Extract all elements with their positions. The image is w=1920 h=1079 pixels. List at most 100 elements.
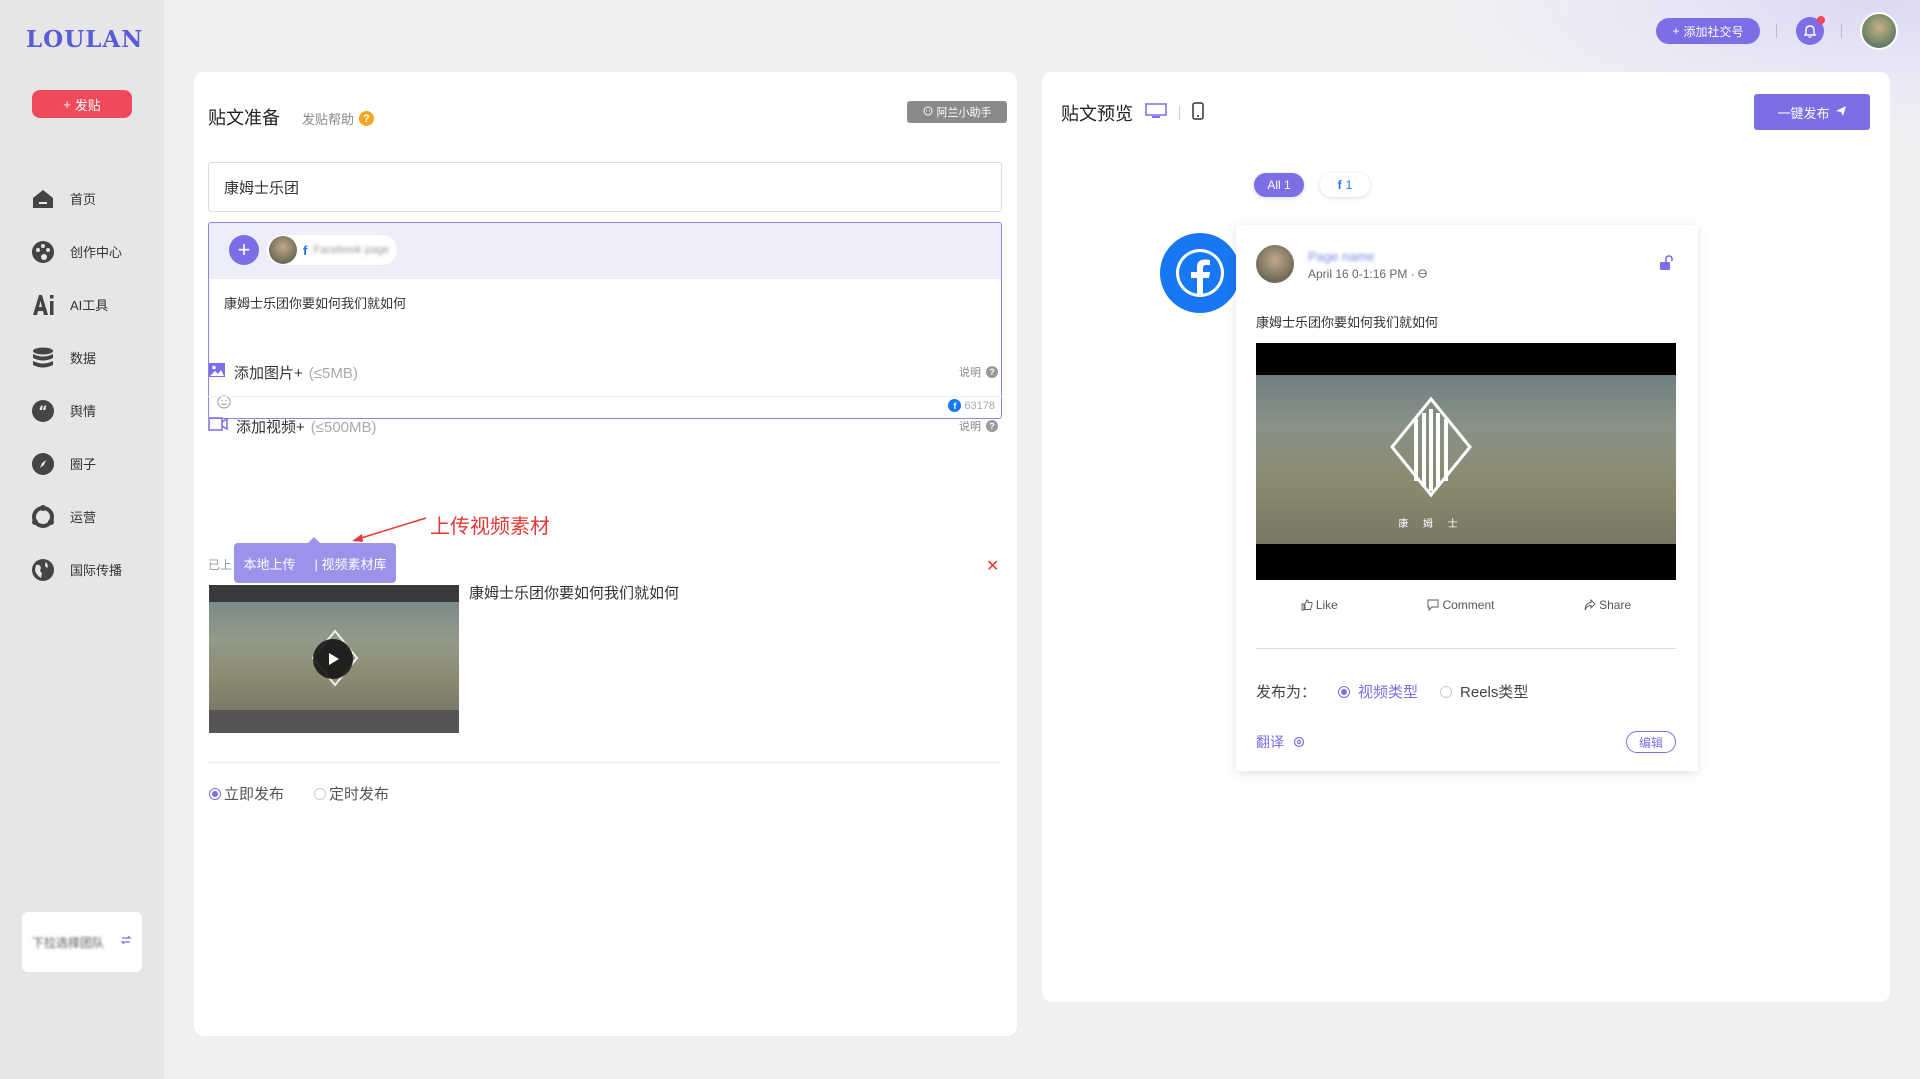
page-avatar [1256, 245, 1294, 283]
video-type-radio[interactable]: 视频类型 [1338, 681, 1418, 702]
help-question-icon: ? [359, 111, 375, 126]
post-video[interactable]: 康 姆 士 [1256, 343, 1676, 580]
uploaded-label: 已上 [208, 558, 233, 572]
facebook-post-preview: Page name April 16 0-1:16 PM · 康姆士乐团你要如何… [1236, 225, 1698, 771]
sidebar-item-ai[interactable]: AI工具 [30, 278, 122, 331]
compose-title: 贴文准备 [208, 108, 280, 128]
assistant-button[interactable]: 阿兰小助手 [907, 101, 1007, 123]
add-account-button[interactable]: + [229, 235, 259, 265]
sidebar-item-label: AI工具 [70, 298, 109, 313]
comment-button[interactable]: Comment [1427, 598, 1494, 612]
upload-source-menu: 本地上传 | 视频素材库 [234, 537, 396, 583]
new-post-button[interactable]: + 发贴 [32, 90, 132, 118]
sidebar-item-label: 数据 [70, 351, 97, 366]
sidebar-item-label: 运营 [70, 510, 97, 525]
database-icon [30, 345, 56, 371]
compass-icon [30, 451, 56, 477]
sidebar-item-creation[interactable]: 创作中心 [30, 225, 122, 278]
edit-button[interactable]: 编辑 [1626, 731, 1676, 753]
video-thumbnail[interactable] [209, 585, 459, 733]
mobile-icon[interactable] [1192, 101, 1204, 125]
publish-label: 一键发布 [1777, 105, 1830, 121]
facebook-icon: f [303, 242, 308, 258]
user-avatar[interactable] [1860, 12, 1898, 50]
scheduled-publish-radio[interactable]: 定时发布 [314, 783, 389, 804]
video-logo-text: 康 姆 士 [1398, 519, 1464, 530]
unlock-icon[interactable] [1658, 255, 1674, 276]
filter-facebook-button[interactable]: f 1 [1320, 173, 1370, 197]
globe-icon [1418, 269, 1427, 278]
assistant-label: 阿兰小助手 [936, 107, 992, 119]
quote-icon: “ [30, 398, 56, 424]
team-name: 下拉选择团队 [32, 935, 105, 950]
team-switcher[interactable]: 下拉选择团队 [22, 912, 142, 972]
sidebar-nav: 首页 创作中心 AI工具 数据 “ 舆情 圈子 运营 国际传播 [30, 172, 122, 596]
sidebar-item-data[interactable]: 数据 [30, 331, 122, 384]
ai-icon [30, 292, 56, 318]
sidebar-item-operations[interactable]: 运营 [30, 490, 122, 543]
radio-unselected-icon [1440, 685, 1453, 698]
video-caption: 康姆士乐团你要如何我们就如何 [469, 585, 680, 602]
selected-account-chip[interactable]: f Facebook page [267, 235, 397, 265]
palette-icon [30, 239, 56, 265]
remove-video-icon[interactable]: ✕ [986, 556, 999, 576]
one-click-publish-button[interactable]: 一键发布 [1754, 94, 1870, 130]
radio-unselected-icon [314, 787, 327, 800]
question-icon: ? [986, 366, 998, 378]
divider [208, 762, 1002, 763]
radio-selected-icon [1338, 685, 1351, 698]
plus-icon: + [63, 96, 71, 112]
switch-icon [120, 933, 132, 951]
add-video-row[interactable]: 添加视频+ (≤500MB) 说明 ? [208, 406, 1002, 446]
desktop-icon[interactable] [1145, 102, 1167, 124]
post-body-text[interactable]: 康姆士乐团你要如何我们就如何 [209, 279, 1001, 326]
globe-icon [30, 557, 56, 583]
share-button[interactable]: Share [1584, 598, 1631, 612]
comment-icon [1428, 599, 1439, 611]
sidebar-item-label: 国际传播 [70, 563, 123, 578]
sidebar-item-international[interactable]: 国际传播 [30, 543, 122, 596]
image-icon [208, 362, 226, 383]
video-library-option[interactable]: | 视频素材库 [314, 554, 386, 573]
sidebar-item-circle[interactable]: 圈子 [30, 437, 122, 490]
post-actions: Like Comment Share [1256, 598, 1676, 612]
posting-help-link[interactable]: 发贴帮助 ? [302, 109, 375, 128]
annotation-label: 上传视频素材 [430, 516, 550, 538]
local-upload-option[interactable]: 本地上传 [243, 554, 295, 573]
sidebar-item-label: 圈子 [70, 457, 97, 472]
account-name: Facebook page [313, 244, 390, 256]
divider [1256, 648, 1676, 649]
video-explain-link[interactable]: 说明 ? [959, 418, 998, 434]
add-social-account-button[interactable]: + 添加社交号 [1656, 18, 1760, 44]
filter-all-button[interactable]: All 1 [1254, 173, 1304, 197]
svg-text:“: “ [38, 404, 47, 420]
image-explain-link[interactable]: 说明 ? [959, 364, 998, 380]
like-button[interactable]: Like [1301, 598, 1338, 612]
scheduled-publish-label: 定时发布 [329, 786, 390, 803]
post-time: April 16 0-1:16 PM · [1308, 267, 1427, 281]
add-social-label: 添加社交号 [1683, 24, 1744, 39]
notification-badge [1817, 16, 1825, 24]
post-title-input[interactable]: 康姆士乐团 [208, 162, 1002, 212]
translate-link[interactable]: 翻译 [1256, 732, 1306, 752]
thumbs-up-icon [1301, 599, 1313, 611]
logo: LOULAN [26, 26, 144, 53]
publish-now-radio[interactable]: 立即发布 [209, 783, 284, 804]
publish-as-label: 发布为： [1256, 684, 1317, 701]
facebook-icon [1160, 233, 1240, 313]
add-image-row[interactable]: 添加图片+ (≤5MB) 说明 ? [208, 352, 1002, 392]
sidebar-item-sentiment[interactable]: “ 舆情 [30, 384, 122, 437]
sidebar-item-home[interactable]: 首页 [30, 172, 122, 225]
add-video-label: 添加视频+ (≤500MB) [236, 418, 377, 436]
gear-icon [1293, 736, 1305, 748]
reels-type-radio[interactable]: Reels类型 [1440, 681, 1528, 702]
question-icon: ? [986, 420, 998, 432]
help-label: 发贴帮助 [302, 112, 355, 127]
divider [1841, 24, 1842, 38]
plus-icon: + [1672, 24, 1680, 38]
facebook-count: 1 [1345, 178, 1353, 192]
account-selector-bar: + f Facebook page [209, 223, 1001, 279]
play-icon[interactable] [313, 639, 353, 679]
annotation-arrow-icon [352, 517, 427, 542]
sidebar-item-label: 首页 [70, 192, 97, 207]
